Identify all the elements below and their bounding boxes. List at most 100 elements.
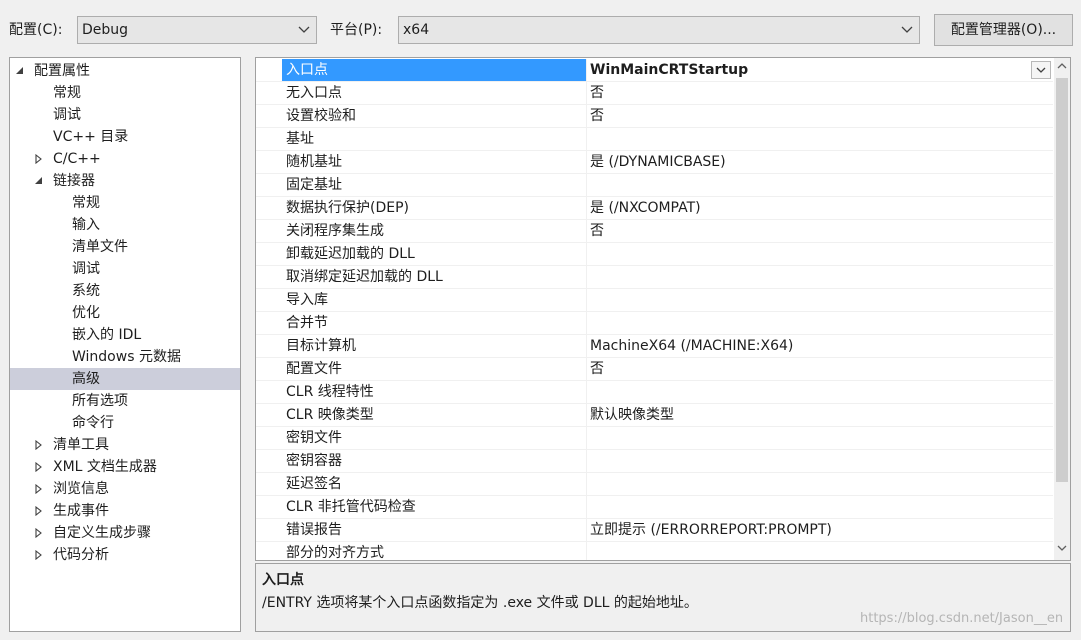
property-name: 导入库 (286, 292, 328, 308)
property-row[interactable]: 密钥容器 (256, 450, 1053, 473)
config-value: Debug (82, 22, 129, 38)
property-name: 固定基址 (286, 177, 342, 193)
property-row[interactable]: 无入口点 否 (256, 82, 1053, 105)
property-name: 关闭程序集生成 (286, 223, 384, 239)
tree-item[interactable]: 所有选项 (10, 390, 240, 412)
column-divider (586, 496, 587, 519)
config-manager-button[interactable]: 配置管理器(O)... (934, 14, 1073, 46)
property-value: 否 (590, 85, 604, 101)
property-row[interactable]: 数据执行保护(DEP) 是 (/NXCOMPAT) (256, 197, 1053, 220)
property-row[interactable]: 关闭程序集生成 否 (256, 220, 1053, 243)
property-value: 否 (590, 108, 604, 124)
tree-item-label: 调试 (72, 261, 100, 277)
tree-item[interactable]: Windows 元数据 (10, 346, 240, 368)
collapsed-arrow-icon[interactable] (34, 462, 44, 472)
property-row[interactable]: 延迟签名 (256, 473, 1053, 496)
property-value: 是 (/NXCOMPAT) (590, 200, 701, 216)
tree-item[interactable]: 常规 (10, 82, 240, 104)
collapsed-arrow-icon[interactable] (34, 440, 44, 450)
collapsed-arrow-icon[interactable] (34, 484, 44, 494)
property-name: CLR 线程特性 (286, 384, 374, 400)
tree-item[interactable]: 嵌入的 IDL (10, 324, 240, 346)
expanded-arrow-icon[interactable] (34, 176, 44, 186)
tree-item[interactable]: 命令行 (10, 412, 240, 434)
property-name: 配置文件 (286, 361, 342, 377)
property-row[interactable]: 密钥文件 (256, 427, 1053, 450)
property-name: 密钥容器 (286, 453, 342, 469)
platform-label: 平台(P): (330, 22, 383, 38)
property-row[interactable]: 卸载延迟加载的 DLL (256, 243, 1053, 266)
property-row[interactable]: 随机基址 是 (/DYNAMICBASE) (256, 151, 1053, 174)
property-row[interactable]: 错误报告 立即提示 (/ERRORREPORT:PROMPT) (256, 519, 1053, 542)
scroll-up-icon[interactable] (1057, 62, 1067, 70)
tree-item[interactable]: VC++ 目录 (10, 126, 240, 148)
property-name: 部分的对齐方式 (286, 545, 384, 561)
platform-dropdown[interactable]: x64 (398, 16, 920, 44)
tree-item[interactable]: 调试 (10, 258, 240, 280)
scrollbar-thumb[interactable] (1056, 78, 1068, 482)
tree-item[interactable]: 生成事件 (10, 500, 240, 522)
column-divider (586, 519, 587, 542)
property-row[interactable]: 配置文件 否 (256, 358, 1053, 381)
property-name: 设置校验和 (286, 108, 356, 124)
tree-item[interactable]: 代码分析 (10, 544, 240, 566)
property-name: 目标计算机 (286, 338, 356, 354)
collapsed-arrow-icon[interactable] (34, 154, 44, 164)
property-row[interactable]: 导入库 (256, 289, 1053, 312)
column-divider (586, 59, 587, 82)
property-row[interactable]: 设置校验和 否 (256, 105, 1053, 128)
tree-item[interactable]: 清单工具 (10, 434, 240, 456)
expanded-arrow-icon[interactable] (15, 66, 25, 76)
tree-item-label: 系统 (72, 283, 100, 299)
property-tree[interactable]: 配置属性 常规 调试 VC++ 目录 C/C++ 链接器 常规 输入 清单文件 调试 系统 优化 嵌入的… (9, 57, 241, 632)
tree-item[interactable]: 常规 (10, 192, 240, 214)
column-divider (586, 174, 587, 197)
tree-item-label: 自定义生成步骤 (53, 525, 151, 541)
property-row[interactable]: 入口点 WinMainCRTStartup (256, 59, 1053, 82)
column-divider (586, 427, 587, 450)
column-divider (586, 105, 587, 128)
property-row[interactable]: CLR 映像类型 默认映像类型 (256, 404, 1053, 427)
tree-item[interactable]: 链接器 (10, 170, 240, 192)
property-name: 数据执行保护(DEP) (286, 200, 409, 216)
tree-item[interactable]: 输入 (10, 214, 240, 236)
property-name: 密钥文件 (286, 430, 342, 446)
property-grid[interactable]: 入口点 WinMainCRTStartup 无入口点否设置校验和否基址 随机基址是 (… (255, 57, 1071, 561)
tree-item[interactable]: 配置属性 (10, 60, 240, 82)
property-row[interactable]: 目标计算机 MachineX64 (/MACHINE:X64) (256, 335, 1053, 358)
scroll-down-icon[interactable] (1057, 544, 1067, 552)
property-row[interactable]: 固定基址 (256, 174, 1053, 197)
property-row[interactable]: 部分的对齐方式 (256, 542, 1053, 561)
property-row[interactable]: 基址 (256, 128, 1053, 151)
property-name: 取消绑定延迟加载的 DLL (286, 269, 443, 285)
tree-item[interactable]: 自定义生成步骤 (10, 522, 240, 544)
collapsed-arrow-icon[interactable] (34, 506, 44, 516)
property-row[interactable]: 取消绑定延迟加载的 DLL (256, 266, 1053, 289)
tree-item[interactable]: 系统 (10, 280, 240, 302)
watermark: https://blog.csdn.net/Jason__en (860, 611, 1064, 626)
property-value: 否 (590, 223, 604, 239)
tree-item-label: 常规 (72, 195, 100, 211)
vertical-scrollbar[interactable] (1054, 58, 1070, 560)
tree-item[interactable]: 高级 (10, 368, 240, 390)
tree-item[interactable]: 优化 (10, 302, 240, 324)
tree-item-label: 常规 (53, 85, 81, 101)
collapsed-arrow-icon[interactable] (34, 528, 44, 538)
property-row[interactable]: 合并节 (256, 312, 1053, 335)
property-row[interactable]: CLR 非托管代码检查 (256, 496, 1053, 519)
tree-item-label: 输入 (72, 217, 100, 233)
tree-item-label: 命令行 (72, 415, 114, 431)
tree-item-label: 生成事件 (53, 503, 109, 519)
property-value[interactable]: WinMainCRTStartup (590, 59, 748, 81)
tree-item[interactable]: 清单文件 (10, 236, 240, 258)
tree-item[interactable]: XML 文档生成器 (10, 456, 240, 478)
property-row[interactable]: CLR 线程特性 (256, 381, 1053, 404)
property-value: 默认映像类型 (590, 407, 674, 423)
tree-item[interactable]: 浏览信息 (10, 478, 240, 500)
collapsed-arrow-icon[interactable] (34, 550, 44, 560)
tree-item-label: 浏览信息 (53, 481, 109, 497)
config-dropdown[interactable]: Debug (77, 16, 317, 44)
tree-item[interactable]: 调试 (10, 104, 240, 126)
tree-item[interactable]: C/C++ (10, 148, 240, 170)
value-dropdown-button[interactable] (1031, 61, 1051, 79)
